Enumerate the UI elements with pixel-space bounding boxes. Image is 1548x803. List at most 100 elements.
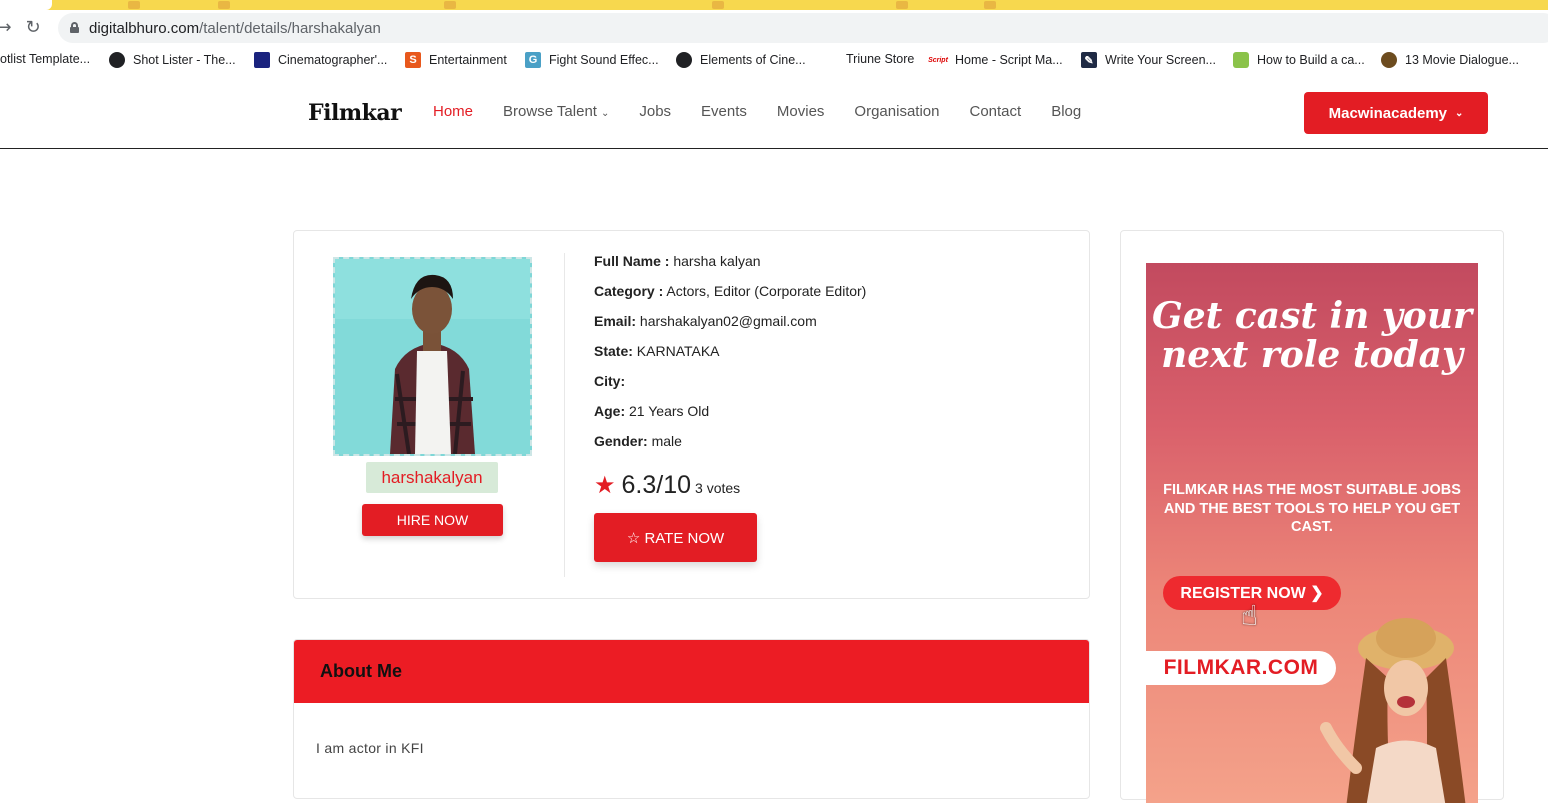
tab-favicon[interactable] <box>712 1 724 9</box>
nav-label: Contact <box>969 103 1022 120</box>
about-title: About Me <box>294 640 1089 703</box>
ad-banner[interactable]: Get cast in your next role today FILMKAR… <box>1146 263 1478 803</box>
detail-value: harshakalyan02@gmail.com <box>639 313 817 329</box>
bookmark-item[interactable]: 13 Movie Dialogue... <box>1381 52 1519 68</box>
tab-favicon[interactable] <box>218 1 230 9</box>
profile-photo <box>333 257 532 456</box>
detail-label: Category : <box>594 283 664 299</box>
url-domain: digitalbhuro.com <box>89 20 200 37</box>
bookmark-item[interactable]: ✎ Write Your Screen... <box>1081 52 1216 68</box>
detail-city: City: <box>594 373 866 403</box>
bookmark-label: Cinematographer'... <box>278 53 388 67</box>
nav-organisation[interactable]: Organisation <box>854 103 939 120</box>
nav-events[interactable]: Events <box>701 103 747 120</box>
detail-age: Age: 21 Years Old <box>594 403 866 433</box>
detail-value: male <box>651 433 682 449</box>
bookmark-label: Entertainment <box>429 53 507 67</box>
ad-headline: Get cast in your next role today <box>1152 295 1472 376</box>
nav-label: Organisation <box>854 103 940 120</box>
url-path: /talent/details/harshakalyan <box>199 20 381 37</box>
ad-subtext: FILMKAR HAS THE MOST SUITABLE JOBS AND T… <box>1163 482 1461 535</box>
bookmark-item[interactable]: Script Home - Script Ma... <box>928 52 1063 68</box>
person-photo-image <box>335 259 530 454</box>
detail-email: Email: harshakalyan02@gmail.com <box>594 313 866 343</box>
bookmark-label: Elements of Cine... <box>700 53 806 67</box>
nav-jobs[interactable]: Jobs <box>639 103 671 120</box>
nav-browse-talent[interactable]: Browse Talent ⌄ <box>503 103 609 120</box>
detail-label: Age: <box>594 403 626 419</box>
bookmark-item[interactable]: S Entertainment <box>405 52 507 68</box>
bookmark-label: Triune Store <box>846 52 915 66</box>
pen-icon: ✎ <box>1081 52 1097 68</box>
nav-label: Blog <box>1051 103 1082 120</box>
bookmarks-bar: otlist Template... Shot Lister - The... … <box>0 46 1548 74</box>
bookmark-item[interactable]: G Fight Sound Effec... <box>525 52 659 68</box>
bookmark-item[interactable]: Cinematographer'... <box>254 52 387 68</box>
hire-now-button[interactable]: HIRE NOW <box>362 504 503 536</box>
chevron-down-icon: ⌄ <box>600 108 610 119</box>
bookmark-label: Home - Script Ma... <box>955 53 1063 67</box>
detail-label: Gender: <box>594 433 648 449</box>
tab-favicon[interactable] <box>444 1 456 9</box>
detail-label: City: <box>594 373 626 389</box>
movie-icon <box>1381 52 1397 68</box>
back-icon[interactable]: → <box>0 16 16 40</box>
detail-state: State: KARNATAKA <box>594 343 866 373</box>
hex-icon <box>1233 52 1249 68</box>
nav-movies[interactable]: Movies <box>777 103 825 120</box>
nav-label: Movies <box>776 103 825 120</box>
active-tab[interactable] <box>0 0 52 10</box>
lock-icon <box>70 22 79 33</box>
s-icon: S <box>405 52 421 68</box>
star-icon: ★ <box>594 471 616 499</box>
url-text[interactable]: digitalbhuro.com/talent/details/harshaka… <box>89 20 381 37</box>
ad-site-label: FILMKAR.COM <box>1146 651 1336 685</box>
script-icon: Script <box>928 52 948 68</box>
bookmark-item[interactable]: Triune Store <box>846 52 914 66</box>
nav-home[interactable]: Home <box>433 103 473 120</box>
site-logo[interactable]: Filmkar <box>308 100 402 126</box>
bookmark-label: Write Your Screen... <box>1105 53 1216 67</box>
main-nav: Home Browse Talent ⌄ Jobs Events Movies O… <box>433 103 1111 120</box>
reload-icon[interactable]: ↻ <box>21 16 45 40</box>
bookmark-label: Fight Sound Effec... <box>549 53 659 67</box>
detail-category: Category : Actors, Editor (Corporate Edi… <box>594 283 866 313</box>
chevron-down-icon: ⌄ <box>1455 107 1464 119</box>
detail-full-name: Full Name : harsha kalyan <box>594 253 866 283</box>
profile-card: harshakalyan HIRE NOW Full Name : harsha… <box>293 230 1090 599</box>
bookmark-item[interactable]: How to Build a ca... <box>1233 52 1365 68</box>
bookmark-label: How to Build a ca... <box>1257 53 1365 67</box>
bookmark-item[interactable]: otlist Template... <box>0 52 90 66</box>
address-bar[interactable]: digitalbhuro.com/talent/details/harshaka… <box>58 13 1548 43</box>
site-header: Filmkar Home Browse Talent ⌄ Jobs Events … <box>0 78 1548 149</box>
about-card: About Me I am actor in KFI <box>293 639 1090 799</box>
woman-illustration <box>1320 618 1466 803</box>
nav-blog[interactable]: Blog <box>1051 103 1081 120</box>
rating-display: ★ 6.3/10 3 votes <box>594 471 740 500</box>
bookmark-item[interactable]: Elements of Cine... <box>676 52 806 68</box>
globe-icon <box>676 52 692 68</box>
tab-favicon[interactable] <box>896 1 908 9</box>
detail-label: Email: <box>594 313 637 329</box>
rating-votes: 3 votes <box>695 480 741 496</box>
nav-label: Events <box>701 103 747 120</box>
hand-pointer-icon: ☝ <box>1241 599 1259 632</box>
tab-favicon[interactable] <box>984 1 996 9</box>
account-menu-button[interactable]: Macwinacademy ⌄ <box>1304 92 1488 134</box>
bookmark-label: Shot Lister - The... <box>133 53 236 67</box>
account-label: Macwinacademy <box>1328 104 1447 122</box>
nav-label: Jobs <box>639 103 672 120</box>
detail-gender: Gender: male <box>594 433 866 463</box>
tab-favicon[interactable] <box>128 1 140 9</box>
detail-value: Actors, Editor (Corporate Editor) <box>666 283 867 299</box>
bookmark-label: otlist Template... <box>0 52 91 66</box>
browser-tab-strip <box>0 0 1548 10</box>
nav-label: Home <box>433 103 474 120</box>
profile-details: Full Name : harsha kalyan Category : Act… <box>594 253 866 463</box>
detail-label: State: <box>594 343 633 359</box>
nav-contact[interactable]: Contact <box>969 103 1021 120</box>
detail-value: KARNATAKA <box>636 343 720 359</box>
nav-label: Browse Talent <box>503 103 597 120</box>
bookmark-item[interactable]: Shot Lister - The... <box>109 52 236 68</box>
rate-now-button[interactable]: ☆ RATE NOW <box>594 513 757 562</box>
